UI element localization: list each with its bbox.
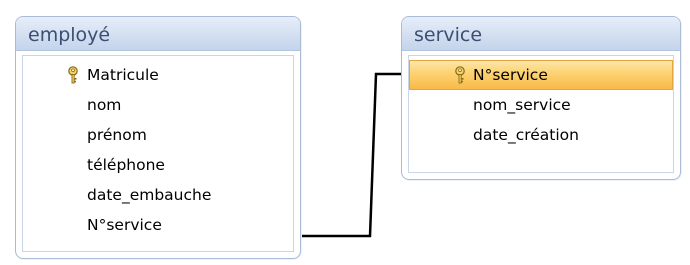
field-row-telephone[interactable]: téléphone: [23, 150, 293, 180]
table-employe-field-list: Matricule nom prénom téléphone date_emba…: [22, 55, 294, 252]
primary-key-icon: [68, 66, 78, 84]
field-row-nservice-selected[interactable]: N°service: [409, 60, 673, 90]
primary-key-icon: [455, 66, 465, 84]
table-service[interactable]: service N°service nom_service date_créat…: [401, 16, 681, 180]
relationships-canvas: employé Matricule nom prénom téléphone d…: [0, 0, 690, 265]
table-employe-title[interactable]: employé: [16, 17, 300, 51]
field-label: nom: [87, 96, 122, 114]
field-row-date-creation[interactable]: date_création: [409, 120, 673, 150]
field-row-matricule[interactable]: Matricule: [23, 60, 293, 90]
table-service-title[interactable]: service: [402, 17, 680, 51]
relationship-connector[interactable]: [301, 72, 406, 238]
table-service-field-list: N°service nom_service date_création: [408, 55, 674, 173]
field-label: nom_service: [473, 96, 571, 114]
table-employe[interactable]: employé Matricule nom prénom téléphone d…: [15, 16, 301, 259]
field-label: téléphone: [87, 156, 165, 174]
field-row-nom[interactable]: nom: [23, 90, 293, 120]
field-row-prenom[interactable]: prénom: [23, 120, 293, 150]
field-row-nom-service[interactable]: nom_service: [409, 90, 673, 120]
field-row-nservice[interactable]: N°service: [23, 210, 293, 240]
field-label: Matricule: [87, 66, 159, 84]
field-label: N°service: [473, 66, 548, 84]
field-label: N°service: [87, 216, 162, 234]
field-row-date-embauche[interactable]: date_embauche: [23, 180, 293, 210]
field-label: prénom: [87, 126, 147, 144]
field-label: date_création: [473, 126, 579, 144]
field-label: date_embauche: [87, 186, 212, 204]
